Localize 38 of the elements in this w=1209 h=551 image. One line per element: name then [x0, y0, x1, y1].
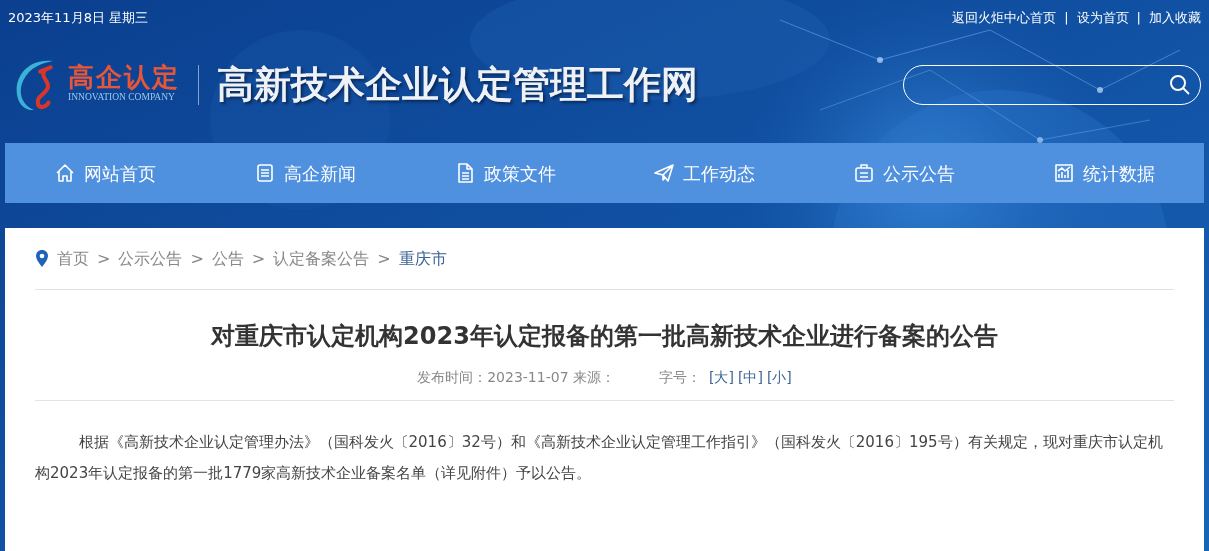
font-size-label: 字号：: [659, 367, 701, 387]
separator-text: |: [1136, 9, 1141, 28]
nav-link[interactable]: 统计数据: [1053, 159, 1156, 187]
site-title: 高新技术企业认定管理工作网: [217, 60, 698, 108]
header-link[interactable]: 设为首页: [1076, 8, 1129, 28]
breadcrumb-separator: >: [190, 247, 204, 270]
logo-subtitle: INNOVATION COMPANY: [68, 91, 176, 105]
article-meta: 发布时间：2023-11-07 来源：: [417, 367, 615, 387]
breadcrumb-link[interactable]: 公示公告: [118, 246, 183, 271]
breadcrumb-link[interactable]: 重庆市: [398, 246, 447, 271]
breadcrumb-link[interactable]: 首页: [57, 246, 89, 271]
nav-link[interactable]: 网站首页: [53, 159, 156, 187]
paper-plane-icon: [653, 162, 676, 184]
nav-link[interactable]: 高企新闻: [253, 159, 356, 187]
header-link[interactable]: 返回火炬中心首页: [952, 8, 1057, 28]
search-field[interactable]: [903, 64, 1201, 105]
nav-link[interactable]: 政策文件: [453, 159, 556, 187]
logo-text: 高企认定: [68, 64, 180, 91]
separator-text: |: [1064, 9, 1069, 28]
breadcrumb-separator: >: [251, 247, 266, 270]
clipboard-icon: [853, 162, 876, 184]
nav-link[interactable]: 公示公告: [853, 159, 956, 187]
article-body: 根据《高新技术企业认定管理办法》（国科发火〔2016〕32号）和《高新技术企业认定管理工作指引》（国科发火〔2016〕195号）有关规定，现对重庆市认定机构2023年认定报备的第一批1779家高新技术企业备案名单（详见附件）予以公告。: [35, 399, 1174, 490]
breadcrumb-link[interactable]: 认定备案公告: [273, 246, 370, 271]
font-size-link[interactable]: [小]: [766, 366, 792, 388]
breadcrumb-link[interactable]: 公告: [211, 246, 244, 271]
header-link[interactable]: 加入收藏: [1149, 8, 1201, 28]
breadcrumb-separator: >: [377, 247, 391, 270]
breadcrumb-separator: >: [97, 247, 111, 270]
search-button[interactable]: [1169, 73, 1191, 96]
chart-icon: [1053, 162, 1076, 184]
font-size-link[interactable]: [中]: [737, 366, 763, 388]
location-pin-icon: [35, 248, 49, 269]
article-title: 对重庆市认定机构2023年认定报备的第一批高新技术企业进行备案的公告: [209, 322, 999, 351]
date-text: 2023年11月8日 星期三: [8, 9, 149, 28]
search-icon: [1169, 73, 1191, 96]
font-size-link[interactable]: [大]: [709, 366, 734, 388]
nav-link[interactable]: 工作动态: [653, 159, 756, 187]
